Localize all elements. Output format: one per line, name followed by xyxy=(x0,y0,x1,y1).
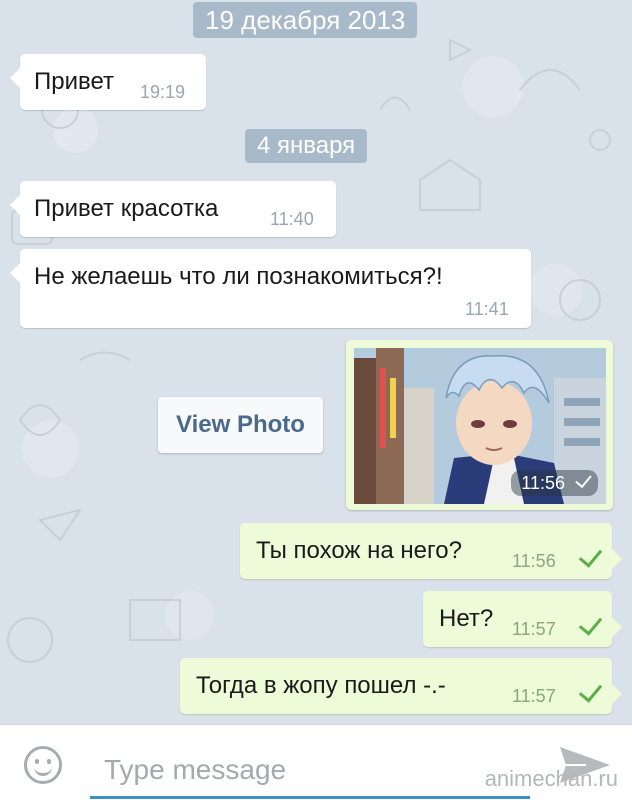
check-icon xyxy=(575,470,592,489)
message-composer: animechan.ru xyxy=(0,724,632,808)
smiley-icon[interactable] xyxy=(24,746,62,784)
message-time: 11:40 xyxy=(270,209,314,229)
check-icon xyxy=(578,543,603,568)
message-time: 11:57 xyxy=(512,686,556,706)
photo-thumbnail[interactable]: 11:56 xyxy=(354,348,606,504)
message-text: Ты похож на него? xyxy=(256,537,462,564)
message-bubble-outgoing[interactable]: Нет? 11:57 xyxy=(423,591,622,647)
message-time: 11:57 xyxy=(512,619,556,639)
message-text: Привет xyxy=(34,68,115,95)
message-input[interactable] xyxy=(90,743,530,799)
smiley-mouth xyxy=(34,763,52,776)
message-text: Тогда в жопу пошел -.- xyxy=(196,672,446,699)
message-bubble-incoming[interactable]: Не желаешь что ли познакомиться?! 11:41 xyxy=(10,249,531,328)
message-bubble-outgoing[interactable]: Тогда в жопу пошел -.- 11:57 xyxy=(180,658,622,714)
date-separator: 19 декабря 2013 xyxy=(193,2,418,38)
message-text: Не желаешь что ли познакомиться?! xyxy=(34,263,443,290)
message-time: 11:56 xyxy=(512,551,556,571)
watermark: animechan.ru xyxy=(484,766,618,791)
message-time: 11:41 xyxy=(465,299,509,319)
photo-message[interactable]: 11:56 xyxy=(346,340,613,510)
chat-history[interactable]: 19 декабря 2013 Привет 19:19 4 января Пр… xyxy=(0,0,632,724)
message-text: Нет? xyxy=(439,605,494,632)
message-text: Привет красотка xyxy=(34,195,219,222)
date-separator: 4 января xyxy=(245,129,368,163)
message-bubble-incoming[interactable]: Привет 19:19 xyxy=(10,54,206,110)
check-icon xyxy=(578,678,603,703)
message-bubble-outgoing[interactable]: Ты похож на него? 11:56 xyxy=(240,523,622,579)
check-icon xyxy=(578,611,603,636)
view-photo-button[interactable]: View Photo xyxy=(158,397,323,453)
message-bubble-incoming[interactable]: Привет красотка 11:40 xyxy=(10,181,336,237)
message-time: 19:19 xyxy=(140,82,186,102)
photo-timestamp: 11:56 xyxy=(511,470,598,496)
